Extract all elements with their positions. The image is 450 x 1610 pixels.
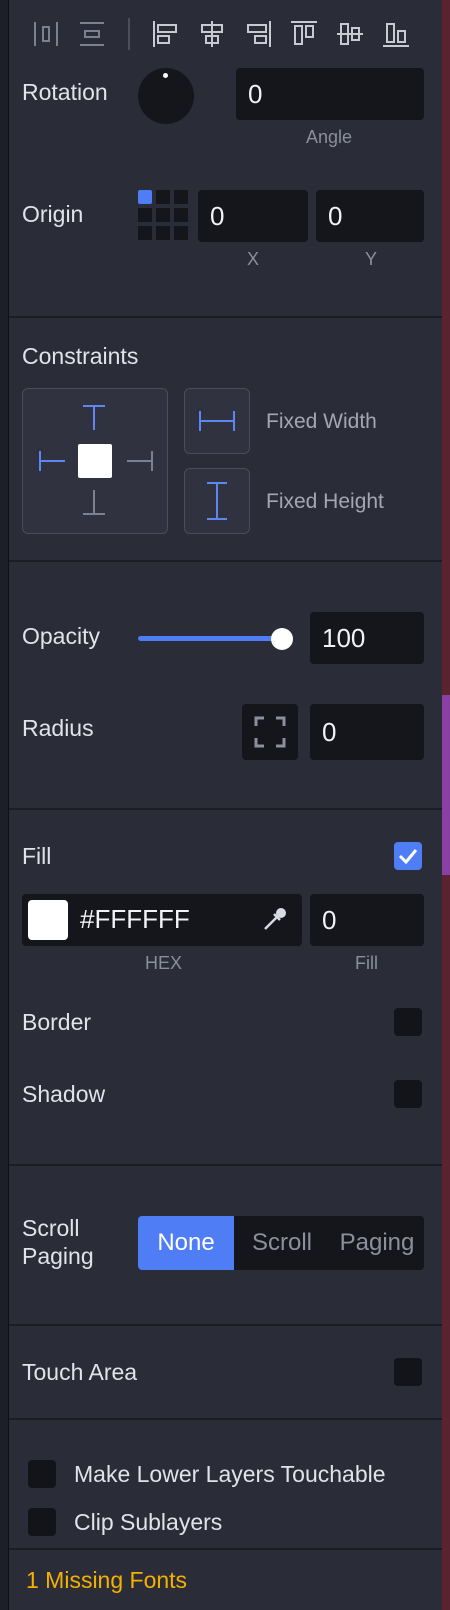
make-touchable-checkbox[interactable] (28, 1460, 56, 1488)
hex-caption: HEX (145, 953, 183, 973)
angle-input[interactable]: 0 (236, 68, 424, 120)
align-center-vertical-icon[interactable] (334, 18, 366, 50)
fixed-height-label: Fixed Height (266, 490, 384, 513)
alignment-toolbar (30, 14, 430, 54)
opacity-slider-fill (138, 636, 282, 641)
align-top-icon[interactable] (288, 18, 320, 50)
scroll-paging-label-line2: Paging (22, 1243, 94, 1269)
fixed-height-button[interactable] (184, 468, 250, 534)
section-divider (9, 560, 442, 562)
touch-area-label: Touch Area (22, 1359, 138, 1385)
scroll-paging-option-scroll[interactable]: Scroll (234, 1216, 330, 1270)
fixed-width-icon (199, 411, 235, 431)
opacity-slider-track[interactable] (138, 636, 282, 641)
rotation-knob[interactable] (138, 68, 194, 124)
fill-label: Fill (22, 843, 52, 869)
origin-x-caption: X (247, 249, 260, 269)
origin-y-caption: Y (365, 249, 378, 269)
constraints-label: Constraints (22, 343, 139, 369)
fill-color-swatch[interactable] (28, 900, 68, 940)
section-divider (9, 1548, 442, 1550)
border-checkbox[interactable] (394, 1008, 422, 1036)
shadow-label: Shadow (22, 1081, 106, 1107)
corner-radius-icon (254, 716, 286, 748)
distribute-vertical-icon[interactable] (76, 18, 108, 50)
touch-area-checkbox[interactable] (394, 1358, 422, 1386)
opacity-input[interactable]: 100 (310, 612, 424, 664)
fill-amount-input[interactable]: 0 (310, 894, 424, 946)
distribute-horizontal-icon[interactable] (30, 18, 62, 50)
missing-fonts-link[interactable]: 1 Missing Fonts (26, 1566, 187, 1594)
angle-caption: Angle (306, 127, 353, 147)
align-center-horizontal-icon[interactable] (196, 18, 228, 50)
origin-x-input[interactable]: 0 (198, 190, 308, 242)
origin-label: Origin (22, 201, 84, 227)
clip-sublayers-label: Clip Sublayers (74, 1509, 223, 1535)
rotation-label: Rotation (22, 79, 108, 105)
align-bottom-icon[interactable] (380, 18, 412, 50)
radius-input[interactable]: 0 (310, 704, 424, 760)
radius-mode-button[interactable] (242, 704, 298, 760)
toolbar-separator (128, 18, 130, 50)
shadow-checkbox[interactable] (394, 1080, 422, 1108)
border-label: Border (22, 1009, 92, 1035)
origin-y-input[interactable]: 0 (316, 190, 424, 242)
section-divider (9, 1324, 442, 1326)
fill-caption: Fill (355, 953, 378, 973)
scroll-paging-segmented-control[interactable]: None Scroll Paging (138, 1216, 424, 1270)
align-right-icon[interactable] (242, 18, 274, 50)
opacity-label: Opacity (22, 623, 100, 649)
rotation-knob-indicator (163, 73, 168, 78)
section-divider (9, 1164, 442, 1166)
scroll-paging-option-paging[interactable]: Paging (330, 1216, 424, 1270)
fixed-width-label: Fixed Width (266, 410, 377, 433)
opacity-slider-thumb[interactable] (271, 628, 293, 650)
scroll-paging-option-none[interactable]: None (138, 1216, 234, 1270)
radius-label: Radius (22, 715, 94, 741)
align-left-icon[interactable] (150, 18, 182, 50)
checkmark-icon (398, 849, 418, 865)
canvas-edge-accent (442, 695, 450, 875)
fixed-width-button[interactable] (184, 388, 250, 454)
fixed-height-icon (207, 482, 227, 520)
section-divider (9, 1418, 442, 1420)
scroll-paging-label-line1: Scroll (22, 1215, 80, 1241)
section-divider (9, 808, 442, 810)
origin-anchor-grid[interactable] (138, 190, 188, 240)
clip-sublayers-checkbox[interactable] (28, 1508, 56, 1536)
hex-value[interactable]: #FFFFFF (80, 904, 190, 935)
section-divider (9, 316, 442, 318)
hex-color-field[interactable]: #FFFFFF (22, 894, 302, 946)
constraints-widget (22, 388, 168, 534)
origin-anchor-selected[interactable] (138, 190, 152, 204)
left-edge (0, 0, 9, 1610)
eyedropper-icon[interactable] (260, 904, 290, 939)
make-touchable-label: Make Lower Layers Touchable (74, 1461, 386, 1487)
fill-checkbox[interactable] (394, 842, 422, 870)
